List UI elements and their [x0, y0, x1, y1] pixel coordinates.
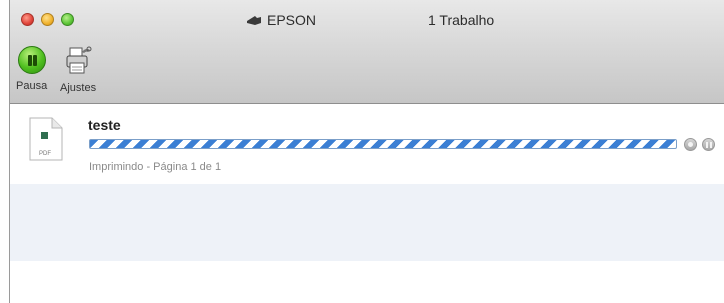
job-status: Imprimindo - Página 1 de 1	[89, 161, 222, 173]
printer-icon	[246, 14, 262, 26]
pause-label: Pausa	[16, 80, 48, 92]
minimize-window-button[interactable]	[41, 13, 54, 26]
hold-job-button[interactable]	[702, 138, 715, 151]
file-type-label: PDF	[39, 151, 51, 157]
empty-list-row	[10, 184, 724, 261]
delete-job-button[interactable]	[684, 138, 697, 151]
job-row[interactable]: PDF teste Imprimindo - Página 1 de 1	[10, 104, 724, 184]
settings-printer-icon	[62, 46, 94, 76]
job-progress-bar	[89, 139, 677, 149]
pause-printer-button[interactable]: Pausa	[16, 46, 47, 92]
close-window-button[interactable]	[21, 13, 34, 26]
pdf-file-icon: PDF	[28, 117, 64, 161]
pause-icon	[17, 46, 46, 74]
settings-label: Ajustes	[60, 82, 97, 94]
printer-settings-button[interactable]: Ajustes	[60, 46, 96, 94]
title-toolbar: EPSON 1 Trabalho Pausa Ajustes	[10, 0, 724, 104]
printer-name: EPSON	[267, 12, 317, 28]
job-count: 1 Trabalho	[428, 12, 495, 28]
zoom-window-button[interactable]	[61, 13, 74, 26]
print-queue-window: EPSON 1 Trabalho Pausa Ajustes PDF teste…	[9, 0, 724, 303]
job-name: teste	[88, 117, 121, 133]
window-title: EPSON	[246, 12, 316, 28]
